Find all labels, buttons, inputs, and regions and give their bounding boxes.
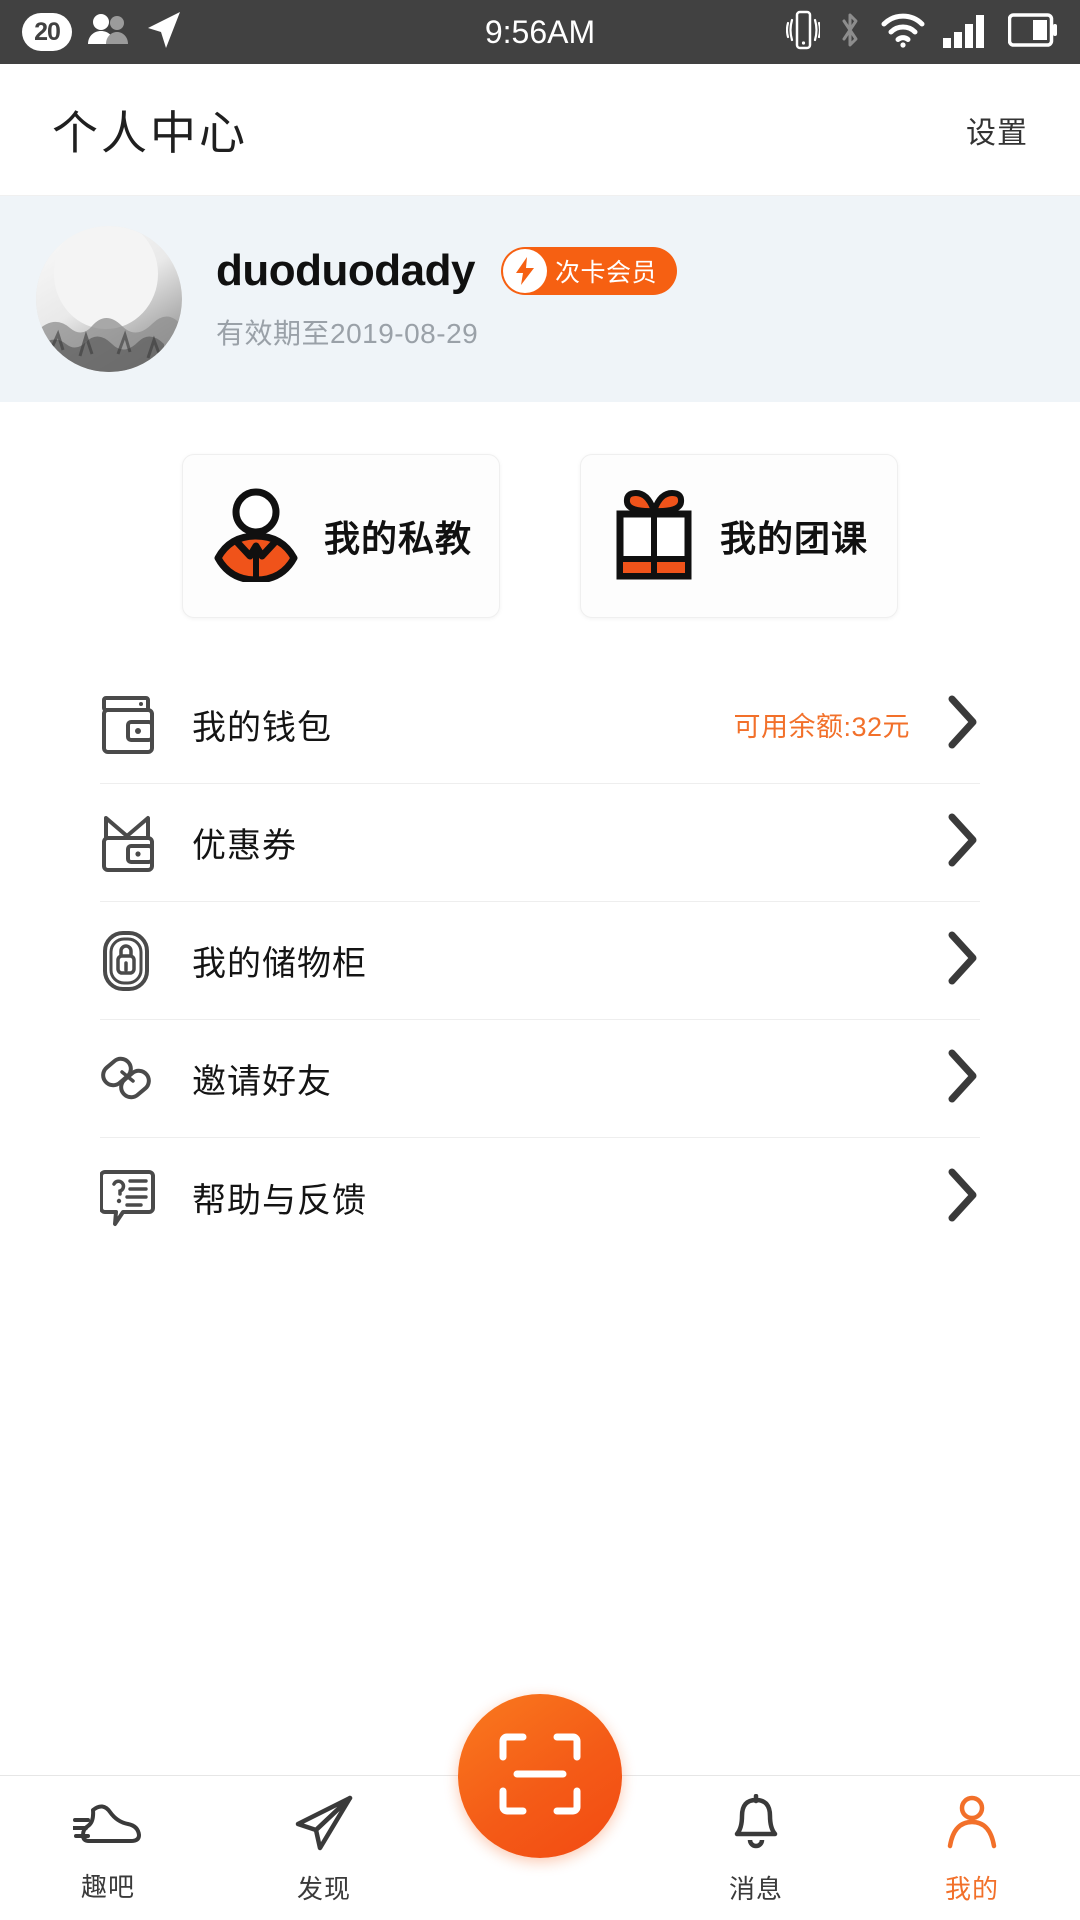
- chevron-right-icon: [946, 930, 980, 991]
- battery-icon: [1007, 12, 1058, 52]
- help-bubble-icon: [100, 1164, 172, 1230]
- menu-item-my-locker[interactable]: 我的储物柜: [100, 902, 980, 1020]
- settings-button[interactable]: 设置: [966, 108, 1028, 152]
- bottom-tab-bar: 趣吧 发现 消息 我的: [0, 1694, 1080, 1920]
- shoe-icon: [71, 1794, 143, 1855]
- menu-item-coupons-label: 优惠券: [192, 827, 297, 865]
- menu-item-my-wallet-label: 我的钱包: [192, 709, 332, 747]
- card-my-trainer[interactable]: 我的私教: [182, 454, 500, 618]
- tab-mine[interactable]: 我的: [864, 1794, 1080, 1906]
- menu-item-invite-friends-label: 邀请好友: [192, 1063, 332, 1101]
- coupon-icon: [100, 810, 172, 876]
- card-my-group-class[interactable]: 我的团课: [580, 454, 898, 618]
- settings-menu-list: 我的钱包 可用余额:32元 优惠券 我的储物柜 邀请好友 帮助与反馈: [0, 666, 1080, 1256]
- paper-plane-icon: [292, 1794, 356, 1857]
- trainer-person-icon: [210, 486, 302, 587]
- gift-box-icon: [610, 484, 698, 589]
- wallet-balance-value: 可用余额:32元: [733, 712, 910, 742]
- tab-messages-label: 消息: [728, 1874, 783, 1904]
- wifi-icon: [880, 11, 926, 54]
- tab-discover-label: 发现: [296, 1874, 351, 1904]
- lightning-bolt-icon: [502, 249, 547, 293]
- locker-lock-icon: [100, 928, 172, 994]
- qr-scan-icon: [497, 1731, 583, 1822]
- menu-item-my-wallet[interactable]: 我的钱包 可用余额:32元: [100, 666, 980, 784]
- chevron-right-icon: [946, 1048, 980, 1109]
- tab-discover[interactable]: 发现: [216, 1794, 432, 1906]
- profile-section[interactable]: duoduodady 次卡会员 有效期至2019-08-29: [0, 196, 1080, 402]
- username: duoduodady: [216, 246, 475, 295]
- membership-validity: 有效期至2019-08-29: [216, 318, 479, 349]
- chevron-right-icon: [946, 812, 980, 873]
- profile-name-row: duoduodady 次卡会员: [216, 246, 677, 296]
- menu-item-coupons[interactable]: 优惠券: [100, 784, 980, 902]
- quick-action-cards: 我的私教 我的团课: [0, 402, 1080, 618]
- card-my-group-class-label: 我的团课: [719, 518, 868, 559]
- status-badge[interactable]: 次卡会员: [500, 247, 677, 295]
- cellular-signal-icon: [942, 11, 992, 54]
- tab-mine-label: 我的: [944, 1874, 999, 1904]
- status-bar: 20 9:56AM: [0, 0, 1080, 64]
- bluetooth-icon: [836, 9, 864, 56]
- menu-item-help-feedback-label: 帮助与反馈: [192, 1181, 367, 1220]
- profile-info: duoduodady 次卡会员 有效期至2019-08-29: [216, 246, 677, 352]
- vibrate-icon: [785, 9, 822, 56]
- card-my-trainer-label: 我的私教: [323, 518, 472, 559]
- page-title: 个人中心: [52, 106, 248, 159]
- qr-scan-button[interactable]: [458, 1694, 622, 1858]
- tab-quba[interactable]: 趣吧: [0, 1794, 216, 1904]
- menu-item-help-feedback[interactable]: 帮助与反馈: [100, 1138, 980, 1256]
- page-header: 个人中心 设置: [0, 64, 1080, 196]
- chevron-right-icon: [946, 1167, 980, 1228]
- chain-link-icon: [100, 1046, 172, 1112]
- menu-item-invite-friends[interactable]: 邀请好友: [100, 1020, 980, 1138]
- tab-quba-label: 趣吧: [80, 1872, 135, 1902]
- wallet-icon: [100, 692, 172, 758]
- bell-icon: [727, 1793, 785, 1857]
- avatar[interactable]: [36, 226, 182, 372]
- person-icon: [943, 1794, 1001, 1857]
- menu-item-my-locker-label: 我的储物柜: [192, 945, 367, 983]
- status-badge-label: 次卡会员: [554, 259, 657, 287]
- status-bar-right-group: [785, 9, 1058, 56]
- chevron-right-icon: [946, 694, 980, 755]
- tab-messages[interactable]: 消息: [648, 1793, 864, 1906]
